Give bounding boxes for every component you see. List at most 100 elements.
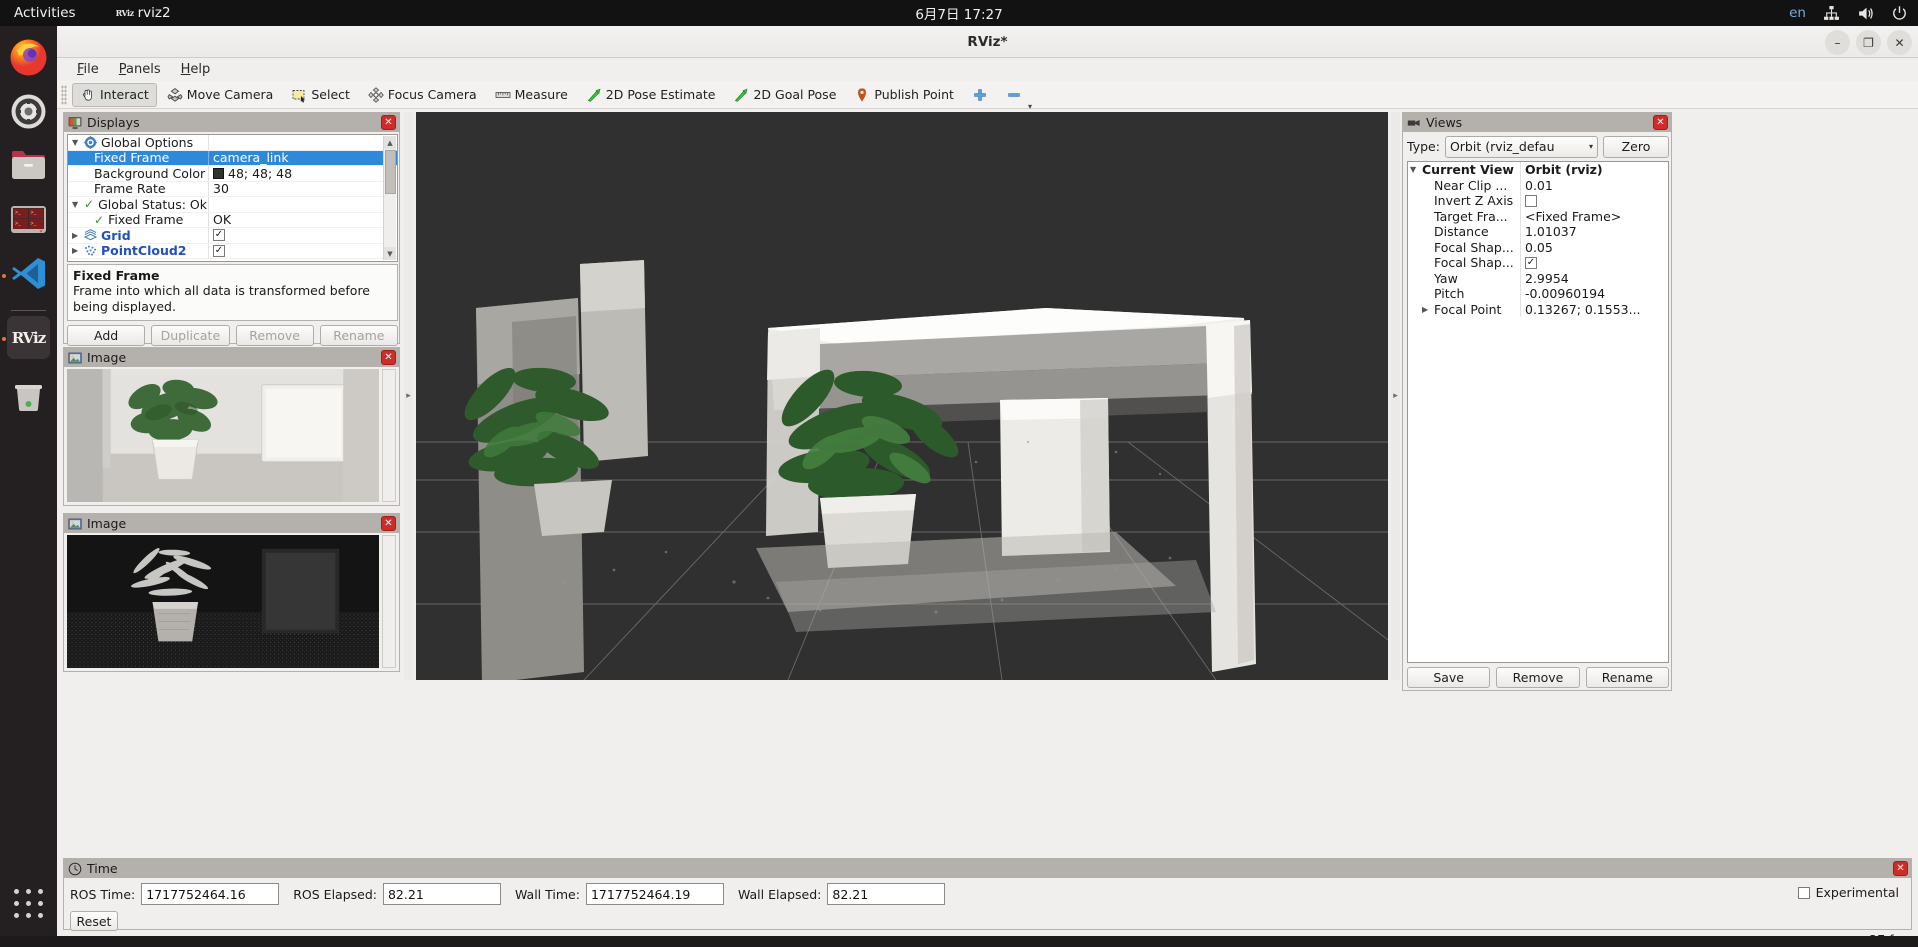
property-value[interactable]: 48; 48; 48 bbox=[208, 166, 397, 181]
views-property-tree[interactable]: ▼ Current View Orbit (rviz) Near Clip ...… bbox=[1407, 161, 1669, 663]
close-icon[interactable]: ✕ bbox=[1893, 861, 1908, 876]
focused-app-indicator[interactable]: RViz rviz2 bbox=[116, 5, 171, 21]
table-row[interactable]: ▼ Global Options bbox=[68, 135, 397, 151]
expand-twisty[interactable]: ▶ bbox=[72, 246, 84, 255]
volume-icon[interactable] bbox=[1857, 5, 1874, 22]
visibility-checkbox[interactable]: ✓ bbox=[213, 229, 225, 242]
table-row[interactable]: ▶ Focal Point 0.13267; 0.1553... bbox=[1408, 301, 1668, 317]
dock-item-rviz[interactable]: RViz bbox=[7, 316, 50, 359]
image-view-depth[interactable] bbox=[67, 535, 379, 668]
property-value[interactable]: 30 bbox=[208, 181, 397, 196]
dock-item-settings[interactable] bbox=[7, 90, 50, 133]
tool-move-camera[interactable]: Move Camera bbox=[159, 83, 282, 107]
close-icon[interactable]: ✕ bbox=[1653, 115, 1668, 130]
tool-remove[interactable]: ▾ bbox=[998, 83, 1032, 111]
visibility-checkbox[interactable]: ✓ bbox=[213, 244, 225, 257]
menu-file[interactable]: File bbox=[67, 60, 109, 79]
displays-property-tree[interactable]: ▼ Global Options Fixed Frame camera_link… bbox=[67, 134, 398, 262]
dock-item-files[interactable] bbox=[7, 144, 50, 187]
property-value[interactable]: 2.9954 bbox=[1520, 270, 1668, 286]
scroll-down-icon[interactable]: ▼ bbox=[384, 247, 396, 260]
table-row[interactable]: Invert Z Axis bbox=[1408, 193, 1668, 209]
table-row[interactable]: Fixed Frame camera_link bbox=[68, 150, 397, 166]
image-view-rgb[interactable] bbox=[67, 369, 379, 502]
table-row[interactable]: ▼ Current View Orbit (rviz) bbox=[1408, 162, 1668, 178]
table-row[interactable]: Target Fra... <Fixed Frame> bbox=[1408, 208, 1668, 224]
wall-time-input[interactable]: 1717752464.19 bbox=[585, 883, 724, 905]
experimental-toggle[interactable]: Experimental bbox=[1797, 885, 1899, 900]
invert-z-checkbox[interactable] bbox=[1525, 194, 1537, 207]
table-row[interactable]: Frame Rate 30 bbox=[68, 181, 397, 197]
clock[interactable]: 6月7日 17:27 bbox=[915, 3, 1002, 23]
dock-item-vscode[interactable] bbox=[7, 252, 50, 295]
power-icon[interactable] bbox=[1891, 5, 1908, 22]
table-row[interactable]: ▶ PointCloud2 ✓ bbox=[68, 243, 397, 259]
close-button[interactable]: ✕ bbox=[1887, 30, 1912, 55]
view-type-combo[interactable]: Orbit (rviz_defau ▾ bbox=[1444, 135, 1598, 158]
right-splitter-handle[interactable]: ▸ bbox=[1391, 112, 1400, 680]
table-row[interactable]: Distance 1.01037 bbox=[1408, 224, 1668, 240]
tool-focus-camera[interactable]: Focus Camera bbox=[360, 83, 485, 107]
table-row[interactable]: ▶ Grid ✓ bbox=[68, 228, 397, 244]
table-row[interactable]: ✓ Fixed Frame OK bbox=[68, 212, 397, 228]
scroll-up-icon[interactable]: ▲ bbox=[384, 136, 396, 149]
property-value[interactable]: camera_link bbox=[208, 150, 397, 165]
wall-elapsed-input[interactable]: 82.21 bbox=[827, 883, 946, 905]
property-value[interactable]: 0.01 bbox=[1520, 177, 1668, 193]
zero-button[interactable]: Zero bbox=[1603, 135, 1669, 158]
show-applications-button[interactable] bbox=[12, 887, 45, 920]
table-row[interactable]: Pitch -0.00960194 bbox=[1408, 286, 1668, 302]
left-splitter-handle[interactable]: ▸ bbox=[404, 112, 413, 680]
network-icon[interactable] bbox=[1823, 5, 1840, 22]
tool-select[interactable]: Select bbox=[283, 83, 358, 107]
experimental-checkbox[interactable] bbox=[1797, 886, 1810, 899]
expand-twisty[interactable]: ▶ bbox=[1422, 305, 1434, 314]
activities-button[interactable]: Activities bbox=[14, 5, 76, 21]
save-view-button[interactable]: Save bbox=[1407, 667, 1491, 688]
property-value[interactable]: ✓ bbox=[1520, 255, 1668, 271]
table-row[interactable]: Focal Shap... ✓ bbox=[1408, 255, 1668, 271]
expand-twisty[interactable]: ▼ bbox=[72, 200, 84, 209]
tool-2d-pose-estimate[interactable]: 2D Pose Estimate bbox=[578, 83, 724, 107]
menu-help[interactable]: Help bbox=[171, 60, 221, 79]
rename-view-button[interactable]: Rename bbox=[1585, 667, 1669, 688]
tool-measure[interactable]: Measure bbox=[487, 83, 576, 107]
property-value[interactable]: ✓ bbox=[208, 243, 397, 258]
expand-twisty[interactable]: ▶ bbox=[72, 231, 84, 240]
maximize-button[interactable]: ❐ bbox=[1856, 30, 1881, 55]
minimize-button[interactable]: – bbox=[1825, 30, 1850, 55]
focal-shape-checkbox[interactable]: ✓ bbox=[1525, 256, 1537, 269]
table-row[interactable]: Focal Shap... 0.05 bbox=[1408, 239, 1668, 255]
dock-item-terminal[interactable]: >_ >_ >_ >_ bbox=[7, 198, 50, 241]
image-scrollbar-depth[interactable] bbox=[382, 535, 396, 668]
property-value[interactable]: 0.13267; 0.1553... bbox=[1520, 301, 1668, 317]
property-value[interactable]: 0.05 bbox=[1520, 239, 1668, 255]
render-panel-3d[interactable] bbox=[416, 112, 1388, 680]
dock-item-trash[interactable] bbox=[7, 374, 50, 417]
scrollbar-thumb[interactable] bbox=[385, 150, 396, 194]
tree-scrollbar[interactable]: ▲ ▼ bbox=[383, 136, 396, 260]
close-icon[interactable]: ✕ bbox=[381, 350, 396, 365]
close-icon[interactable]: ✕ bbox=[381, 115, 396, 130]
reset-button[interactable]: Reset bbox=[70, 911, 118, 931]
property-value[interactable]: -0.00960194 bbox=[1520, 286, 1668, 302]
table-row[interactable]: Near Clip ... 0.01 bbox=[1408, 177, 1668, 193]
expand-twisty[interactable]: ▼ bbox=[72, 138, 84, 147]
image-scrollbar-rgb[interactable] bbox=[382, 369, 396, 502]
property-value[interactable] bbox=[1520, 193, 1668, 209]
property-value[interactable]: ✓ bbox=[208, 228, 397, 243]
tool-add[interactable] bbox=[964, 83, 996, 107]
tool-2d-goal-pose[interactable]: 2D Goal Pose bbox=[725, 83, 844, 107]
expand-twisty[interactable]: ▼ bbox=[1410, 165, 1422, 174]
menu-panels[interactable]: Panels bbox=[109, 60, 171, 79]
tool-interact[interactable]: Interact bbox=[72, 82, 157, 107]
dock-item-firefox[interactable] bbox=[7, 36, 50, 79]
ros-elapsed-input[interactable]: 82.21 bbox=[382, 883, 501, 905]
keyboard-layout-indicator[interactable]: en bbox=[1789, 5, 1806, 21]
remove-view-button[interactable]: Remove bbox=[1496, 667, 1580, 688]
property-value[interactable]: <Fixed Frame> bbox=[1520, 208, 1668, 224]
ros-time-input[interactable]: 1717752464.16 bbox=[141, 883, 280, 905]
table-row[interactable]: Yaw 2.9954 bbox=[1408, 270, 1668, 286]
table-row[interactable]: ▼ ✓ Global Status: Ok bbox=[68, 197, 397, 213]
table-row[interactable]: Background Color 48; 48; 48 bbox=[68, 166, 397, 182]
